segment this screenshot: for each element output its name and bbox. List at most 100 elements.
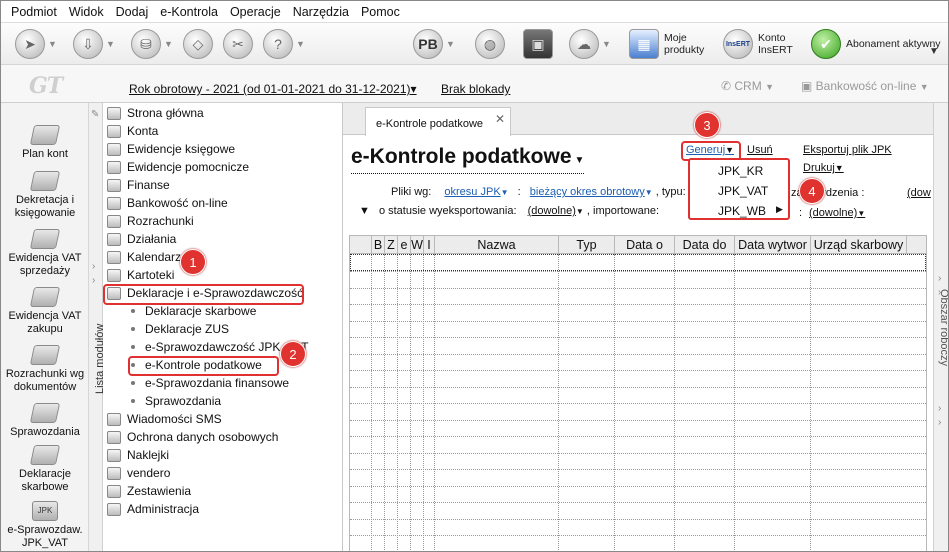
pin-icon[interactable]: ✎ — [91, 109, 99, 120]
tree-subitem[interactable]: Deklaracje ZUS — [131, 320, 229, 338]
step-badge-4: 4 — [799, 178, 825, 204]
tree-item[interactable]: Rozrachunki — [107, 212, 194, 230]
collapse-filter-icon[interactable]: ▼ — [359, 205, 370, 217]
grid-col-header[interactable]: B — [372, 236, 385, 254]
app-window: Podmiot Widok Dodaj e-Kontrola Operacje … — [0, 0, 949, 552]
tree-item[interactable]: Naklejki — [107, 446, 169, 464]
tree-item-label: Sprawozdania — [145, 394, 222, 408]
tool-send-button[interactable]: ➤ ▼ — [15, 28, 57, 60]
shortcut-ewidencja-vat-sprzedazy[interactable]: Ewidencja VAT sprzedaży — [1, 229, 89, 278]
crm-button[interactable]: ✆ CRM ▼ — [721, 79, 774, 93]
tree-item[interactable]: Ewidencje pomocnicze — [107, 158, 249, 176]
grid-selected-row[interactable] — [350, 254, 926, 271]
bankowosc-button[interactable]: ▣ Bankowość on-line ▼ — [801, 79, 929, 93]
tree-subitem[interactable]: e-Sprawozdania finansowe — [131, 374, 289, 392]
help-icon: ? — [263, 29, 293, 59]
filter-import-value-text: (dowolne) — [809, 207, 858, 219]
filter-biezacy-link[interactable]: bieżący okres obrotowy — [530, 186, 645, 198]
moje-produkty-button[interactable]: ▦ Moje produkty — [629, 28, 716, 60]
dropdown-arrow-icon: ▼ — [106, 39, 115, 49]
work-area-strip[interactable]: › › Obszar roboczy › › — [933, 103, 948, 551]
cube-icon: ▣ — [523, 29, 553, 59]
module-list-strip[interactable]: › › Lista modułów — [89, 103, 106, 551]
shortcut-ewidencja-vat-zakupu[interactable]: Ewidencja VAT zakupu — [1, 287, 89, 336]
pb-icon: PB — [413, 29, 443, 59]
tab-e-kontrole[interactable]: e-Kontrole podatkowe — [365, 107, 511, 136]
tree-item[interactable]: Strona główna — [107, 104, 204, 122]
tree-item[interactable]: Finanse — [107, 176, 170, 194]
brak-blokady-link[interactable]: Brak blokady — [441, 82, 510, 96]
tool-eraser-button[interactable]: ◇ — [183, 28, 213, 60]
filter-okres-link[interactable]: okresu JPK — [444, 186, 500, 198]
shortcut-jpk-vat[interactable]: JPK e-Sprawozdaw. JPK_VAT — [1, 501, 89, 550]
close-icon[interactable]: ✕ — [495, 112, 505, 126]
grid-col-header[interactable]: Data do — [675, 236, 735, 254]
menu-widok[interactable]: Widok — [63, 1, 110, 23]
menu-item-jpk-vat[interactable]: JPK_VAT — [718, 184, 768, 198]
page-title[interactable]: e-Kontrole podatkowe ▼ — [351, 145, 585, 174]
tool-help-button[interactable]: ? ▼ — [263, 28, 305, 60]
filter-zatwierdzenia-value[interactable]: (dow — [907, 187, 931, 199]
tool-globe-button[interactable]: ◍ — [475, 28, 505, 60]
grid-header-select[interactable] — [350, 236, 372, 254]
tree-item[interactable]: Kartoteki — [107, 266, 174, 284]
shortcut-deklaracje-skarbowe[interactable]: Deklaracje skarbowe — [1, 445, 89, 494]
grid-row-line — [350, 271, 926, 272]
tree-item[interactable]: Wiadomości SMS — [107, 410, 222, 428]
drukuj-button[interactable]: Drukuj▼ — [803, 162, 844, 174]
tree-item[interactable]: Administracja — [107, 500, 199, 518]
tree-item[interactable]: Bankowość on-line — [107, 194, 228, 212]
tool-cloud-button[interactable]: ☁ ▼ — [569, 28, 611, 60]
tool-receive-button[interactable]: ⇩ ▼ — [73, 28, 115, 60]
grid-col-header[interactable]: Data wytwor — [735, 236, 811, 254]
tree-item-label: Naklejki — [127, 448, 170, 462]
tree-subitem[interactable]: Sprawozdania — [131, 392, 221, 410]
grid-col-header[interactable]: e — [398, 236, 411, 254]
menu-narzedzia[interactable]: Narzędzia — [287, 1, 355, 23]
menu-item-jpk-wb[interactable]: JPK_WB — [718, 204, 766, 218]
grid-col-header[interactable]: W — [411, 236, 424, 254]
shortcut-dekretacja[interactable]: Dekretacja i księgowanie — [1, 171, 89, 220]
grid-col-header[interactable]: Typ — [559, 236, 615, 254]
menu-dodaj[interactable]: Dodaj — [110, 1, 155, 23]
tool-pb-button[interactable]: PB ▼ — [413, 28, 455, 60]
menu-item-jpk-kr[interactable]: JPK_KR — [718, 164, 763, 178]
grid-row-line — [350, 337, 926, 338]
tree-item[interactable]: vendero — [107, 464, 170, 482]
filter-status-value[interactable]: (dowolne) — [528, 205, 576, 217]
toolbar-overflow-arrow[interactable]: ▼ — [929, 35, 939, 67]
menu-pomoc[interactable]: Pomoc — [355, 1, 406, 23]
grid-col-header[interactable]: Z — [385, 236, 398, 254]
grid-col-header[interactable]: I — [424, 236, 435, 254]
tree-item[interactable]: Ochrona danych osobowych — [107, 428, 278, 446]
module-icon — [107, 142, 121, 156]
grid-col-header[interactable]: Urząd skarbowy — [811, 236, 907, 254]
menu-operacje[interactable]: Operacje — [224, 1, 287, 23]
tree-item[interactable]: Ewidencje księgowe — [107, 140, 235, 158]
shortcut-plan-kont[interactable]: Plan kont — [1, 125, 89, 161]
abonament-button[interactable]: ✔ Abonament aktywny — [811, 28, 946, 60]
module-icon — [107, 466, 121, 480]
filter-row-2: ▼ o statusie wyeksportowania: (dowolne)▼… — [343, 205, 659, 217]
tool-cube-button[interactable]: ▣ — [523, 28, 553, 60]
data-grid[interactable]: B Ze W I Nazwa Typ Data o Data do Data wytwor Urz… — [349, 235, 927, 551]
shortcut-sprawozdania[interactable]: Sprawozdania — [1, 403, 89, 439]
shortcut-rozrachunki[interactable]: Rozrachunki wg dokumentów — [1, 345, 89, 394]
menu-e-kontrola[interactable]: e-Kontrola — [154, 1, 224, 23]
tree-item[interactable]: Zestawienia — [107, 482, 191, 500]
tool-tools-button[interactable]: ✂ — [223, 28, 253, 60]
eksportuj-jpk-button[interactable]: Eksportuj plik JPK — [803, 144, 892, 156]
shortcut-label: Sprawozdania — [10, 426, 80, 438]
grid-col-header[interactable]: Data o — [615, 236, 675, 254]
tool-stamp-button[interactable]: ⛁ ▼ — [131, 28, 173, 60]
filter-import-value[interactable]: (dowolne)▼ — [809, 207, 865, 219]
konto-insert-button[interactable]: InsERT Konto InsERT — [723, 28, 798, 60]
rok-obrotowy-link[interactable]: Rok obrotowy - 2021 (od 01-01-2021 do 31… — [129, 82, 417, 96]
bullet-icon — [131, 327, 135, 331]
tree-item[interactable]: Działania — [107, 230, 176, 248]
usun-button[interactable]: Usuń — [747, 144, 773, 156]
menu-podmiot[interactable]: Podmiot — [5, 1, 63, 23]
tree-item[interactable]: Konta — [107, 122, 158, 140]
grid-col-header[interactable]: Nazwa — [435, 236, 559, 254]
tree-item[interactable]: Kalendarz — [107, 248, 181, 266]
